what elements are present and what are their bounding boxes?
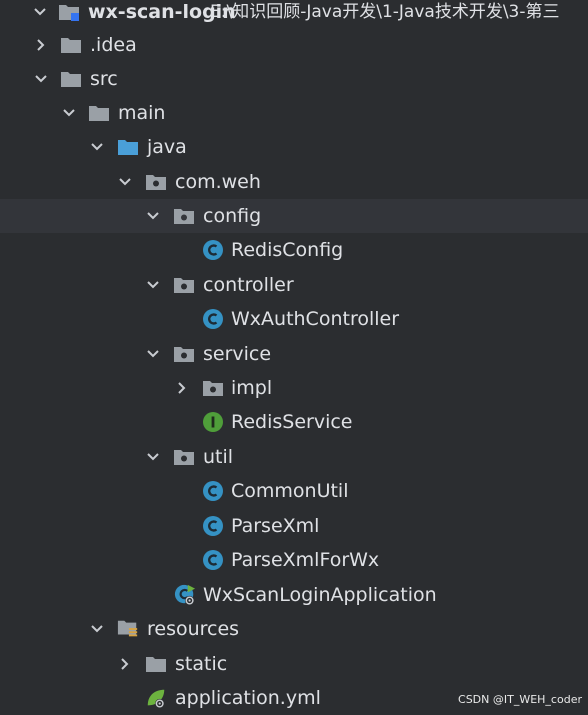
tree-row-impl[interactable]: impl	[0, 371, 588, 405]
tree-row-controller[interactable]: controller	[0, 268, 588, 302]
spring-yaml-icon	[145, 687, 167, 709]
tree-label: WxAuthController	[231, 308, 400, 330]
chevron-down-icon[interactable]	[33, 71, 49, 87]
chevron-down-icon[interactable]	[61, 105, 77, 121]
module-folder-icon	[58, 1, 80, 23]
tree-label: application.yml	[175, 687, 321, 709]
class-icon	[202, 549, 224, 571]
tree-row-service[interactable]: service	[0, 337, 588, 371]
folder-icon	[88, 102, 110, 124]
class-icon	[202, 515, 224, 537]
package-icon	[145, 171, 167, 193]
tree-label: service	[203, 343, 272, 365]
chevron-right-icon[interactable]	[174, 380, 190, 396]
tree-row-project-root[interactable]: wx-scan-login E:\知识回顾-Java开发\1-Java技术开发\…	[0, 0, 588, 29]
chevron-right-icon[interactable]	[33, 37, 49, 53]
tree-row-resources[interactable]: resources	[0, 612, 588, 646]
tree-label: WxScanLoginApplication	[203, 584, 437, 606]
chevron-down-icon[interactable]	[32, 4, 48, 20]
tree-label: com.weh	[175, 171, 261, 193]
tree-row-commonutil[interactable]: CommonUtil	[0, 474, 588, 508]
tree-label: static	[175, 653, 228, 675]
watermark: CSDN @IT_WEH_coder	[458, 693, 582, 706]
tree-label: impl	[231, 377, 273, 399]
project-path: E:\知识回顾-Java开发\1-Java技术开发\3-第三	[210, 2, 560, 22]
tree-label: src	[90, 68, 118, 90]
package-icon	[173, 205, 195, 227]
package-icon	[202, 377, 224, 399]
interface-icon	[202, 411, 224, 433]
tree-label: config	[203, 205, 262, 227]
package-icon	[173, 446, 195, 468]
tree-row-util[interactable]: util	[0, 440, 588, 474]
chevron-down-icon[interactable]	[145, 346, 161, 362]
project-tree: wx-scan-login E:\知识回顾-Java开发\1-Java技术开发\…	[0, 0, 588, 712]
tree-label: util	[203, 446, 234, 468]
spring-boot-app-icon	[174, 584, 196, 606]
tree-label: .idea	[90, 34, 137, 56]
tree-row-static[interactable]: static	[0, 647, 588, 681]
tree-row-parsexmlforwx[interactable]: ParseXmlForWx	[0, 543, 588, 577]
class-icon	[202, 480, 224, 502]
tree-row-idea[interactable]: .idea	[0, 28, 588, 62]
tree-row-parsexml[interactable]: ParseXml	[0, 509, 588, 543]
tree-row-wxauthcontroller[interactable]: WxAuthController	[0, 302, 588, 336]
tree-label: ParseXml	[231, 515, 320, 537]
chevron-down-icon[interactable]	[89, 621, 105, 637]
tree-label: ParseXmlForWx	[231, 549, 380, 571]
chevron-down-icon[interactable]	[89, 139, 105, 155]
tree-row-com-weh[interactable]: com.weh	[0, 165, 588, 199]
tree-label: resources	[147, 618, 240, 640]
class-icon	[202, 308, 224, 330]
tree-label: java	[147, 136, 187, 158]
tree-row-main[interactable]: main	[0, 96, 588, 130]
tree-label: CommonUtil	[231, 480, 349, 502]
tree-row-src[interactable]: src	[0, 62, 588, 96]
package-icon	[173, 343, 195, 365]
source-folder-icon	[117, 136, 139, 158]
resources-folder-icon	[117, 618, 139, 640]
tree-label: RedisConfig	[231, 239, 344, 261]
tree-row-config[interactable]: config	[0, 199, 588, 233]
package-icon	[173, 274, 195, 296]
tree-row-java[interactable]: java	[0, 130, 588, 164]
chevron-down-icon[interactable]	[145, 208, 161, 224]
tree-row-redisconfig[interactable]: RedisConfig	[0, 233, 588, 267]
chevron-down-icon[interactable]	[145, 449, 161, 465]
tree-row-wxscanloginapplication[interactable]: WxScanLoginApplication	[0, 578, 588, 612]
tree-label: RedisService	[231, 411, 353, 433]
class-icon	[202, 239, 224, 261]
folder-icon	[145, 653, 167, 675]
chevron-down-icon[interactable]	[117, 174, 133, 190]
chevron-down-icon[interactable]	[145, 277, 161, 293]
tree-row-redisservice[interactable]: RedisService	[0, 405, 588, 439]
chevron-right-icon[interactable]	[117, 656, 133, 672]
tree-label: controller	[203, 274, 294, 296]
folder-icon	[60, 68, 82, 90]
folder-icon	[60, 34, 82, 56]
tree-label: main	[118, 102, 166, 124]
